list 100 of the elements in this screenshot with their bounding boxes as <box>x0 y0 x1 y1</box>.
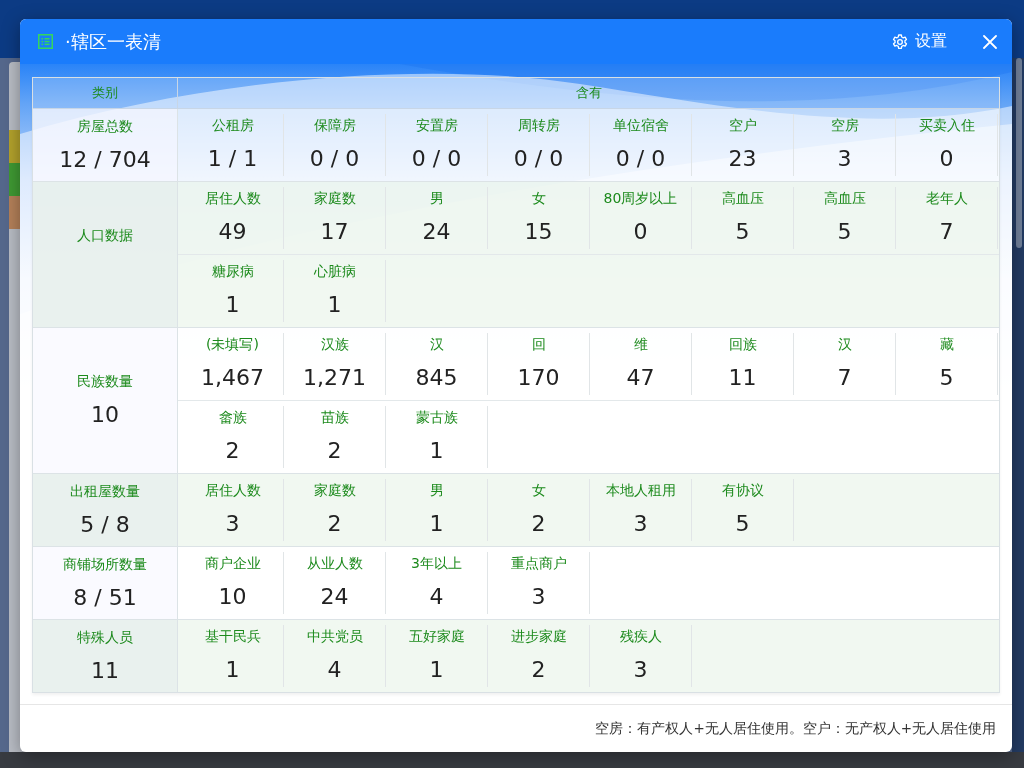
item-value: 1 <box>429 656 444 684</box>
item-label: 从业人数 <box>306 554 363 573</box>
item-label: 汉 <box>837 335 852 354</box>
item-value: 1 <box>429 437 444 465</box>
item-value: 3 <box>633 656 648 684</box>
item-label: 3年以上 <box>411 554 462 573</box>
item-label: 保障房 <box>313 116 356 135</box>
item-label: 重点商户 <box>510 554 567 573</box>
item-value: 2 <box>531 656 546 684</box>
item-label: 女 <box>531 189 546 208</box>
item-label: 女 <box>531 481 546 500</box>
item-label: 家庭数 <box>313 481 356 500</box>
item-value: 15 <box>524 218 553 246</box>
item-label: 男 <box>429 189 444 208</box>
item-value: 3 <box>531 583 546 611</box>
item-value: 4 <box>327 656 342 684</box>
item-label: 安置房 <box>415 116 458 135</box>
item-label: 基干民兵 <box>204 627 261 646</box>
item-value: 0 / 0 <box>615 145 666 173</box>
item-label: 公租房 <box>211 116 254 135</box>
item-value: 1 <box>225 291 240 319</box>
item-label: (未填写) <box>206 335 259 354</box>
scrollbar-thumb[interactable] <box>1016 58 1022 248</box>
item-value: 17 <box>320 218 349 246</box>
item-label: 80周岁以上 <box>603 189 678 208</box>
item-value: 47 <box>626 364 655 392</box>
category-label: 民族数量 <box>77 372 133 391</box>
item-value: 24 <box>422 218 451 246</box>
item-label: 空房 <box>830 116 859 135</box>
item-value: 49 <box>218 218 247 246</box>
item-label: 男 <box>429 481 444 500</box>
item-value: 0 / 0 <box>411 145 462 173</box>
item-value: 2 <box>531 510 546 538</box>
item-value: 170 <box>517 364 560 392</box>
item-label: 本地人租用 <box>605 481 676 500</box>
item-label: 居住人数 <box>204 189 261 208</box>
item-label: 维 <box>633 335 648 354</box>
item-value: 0 <box>939 145 954 173</box>
item-label: 汉 <box>429 335 444 354</box>
category-label: 房屋总数 <box>77 116 133 136</box>
item-value: 5 <box>735 218 750 246</box>
item-label: 家庭数 <box>313 189 356 208</box>
item-value: 7 <box>837 364 852 392</box>
item-label: 回族 <box>728 335 757 354</box>
item-value: 5 <box>735 510 750 538</box>
category-label: 出租屋数量 <box>70 481 140 501</box>
item-value: 24 <box>320 583 349 611</box>
item-value: 2 <box>327 510 342 538</box>
item-label: 蒙古族 <box>415 408 458 427</box>
item-value: 4 <box>429 583 444 611</box>
item-value: 3 <box>225 510 240 538</box>
item-label: 周转房 <box>517 116 560 135</box>
item-value: 11 <box>728 364 757 392</box>
item-value: 845 <box>415 364 458 392</box>
item-label: 高血压 <box>721 189 764 208</box>
item-label: 居住人数 <box>204 481 261 500</box>
category-value: 12 / 704 <box>59 145 151 174</box>
category-value: 11 <box>91 656 119 685</box>
settings-icon <box>892 33 908 50</box>
item-label: 回 <box>531 335 546 354</box>
item-value: 7 <box>939 218 954 246</box>
item-label: 残疾人 <box>619 627 662 646</box>
item-value: 5 <box>939 364 954 392</box>
item-label: 畲族 <box>218 408 247 427</box>
item-label: 买卖入住 <box>918 116 975 135</box>
item-value: 1,271 <box>303 364 366 392</box>
item-label: 藏 <box>939 335 954 354</box>
item-label: 五好家庭 <box>408 627 465 646</box>
close-button[interactable] <box>982 33 998 50</box>
item-value: 1 <box>225 656 240 684</box>
item-value: 0 / 0 <box>309 145 360 173</box>
item-label: 高血压 <box>823 189 866 208</box>
category-label: 商铺场所数量 <box>63 554 147 574</box>
item-value: 2 <box>225 437 240 465</box>
item-label: 汉族 <box>320 335 349 354</box>
item-value: 1,467 <box>201 364 264 392</box>
item-label: 老年人 <box>925 189 968 208</box>
item-label: 有协议 <box>721 481 764 500</box>
item-value: 3 <box>633 510 648 538</box>
item-value: 1 <box>429 510 444 538</box>
category-value: 10 <box>91 401 119 429</box>
category-label: 人口数据 <box>77 226 133 245</box>
category-value: 8 / 51 <box>73 583 137 612</box>
item-value: 1 <box>327 291 342 319</box>
item-label: 心脏病 <box>313 262 356 281</box>
item-value: 1 / 1 <box>207 145 258 173</box>
list-icon <box>38 34 53 49</box>
column-header: 类别 <box>33 78 178 108</box>
item-value: 0 <box>633 218 648 246</box>
item-value: 3 <box>837 145 852 173</box>
item-label: 空户 <box>728 116 757 135</box>
item-value: 5 <box>837 218 852 246</box>
category-value: 5 / 8 <box>80 510 130 539</box>
category-label: 特殊人员 <box>77 627 133 647</box>
close-icon <box>983 34 997 49</box>
item-label: 商户企业 <box>204 554 261 573</box>
item-label: 中共党员 <box>306 627 363 646</box>
settings-button[interactable]: 设置 <box>889 29 950 54</box>
item-value: 23 <box>728 145 757 173</box>
item-value: 2 <box>327 437 342 465</box>
